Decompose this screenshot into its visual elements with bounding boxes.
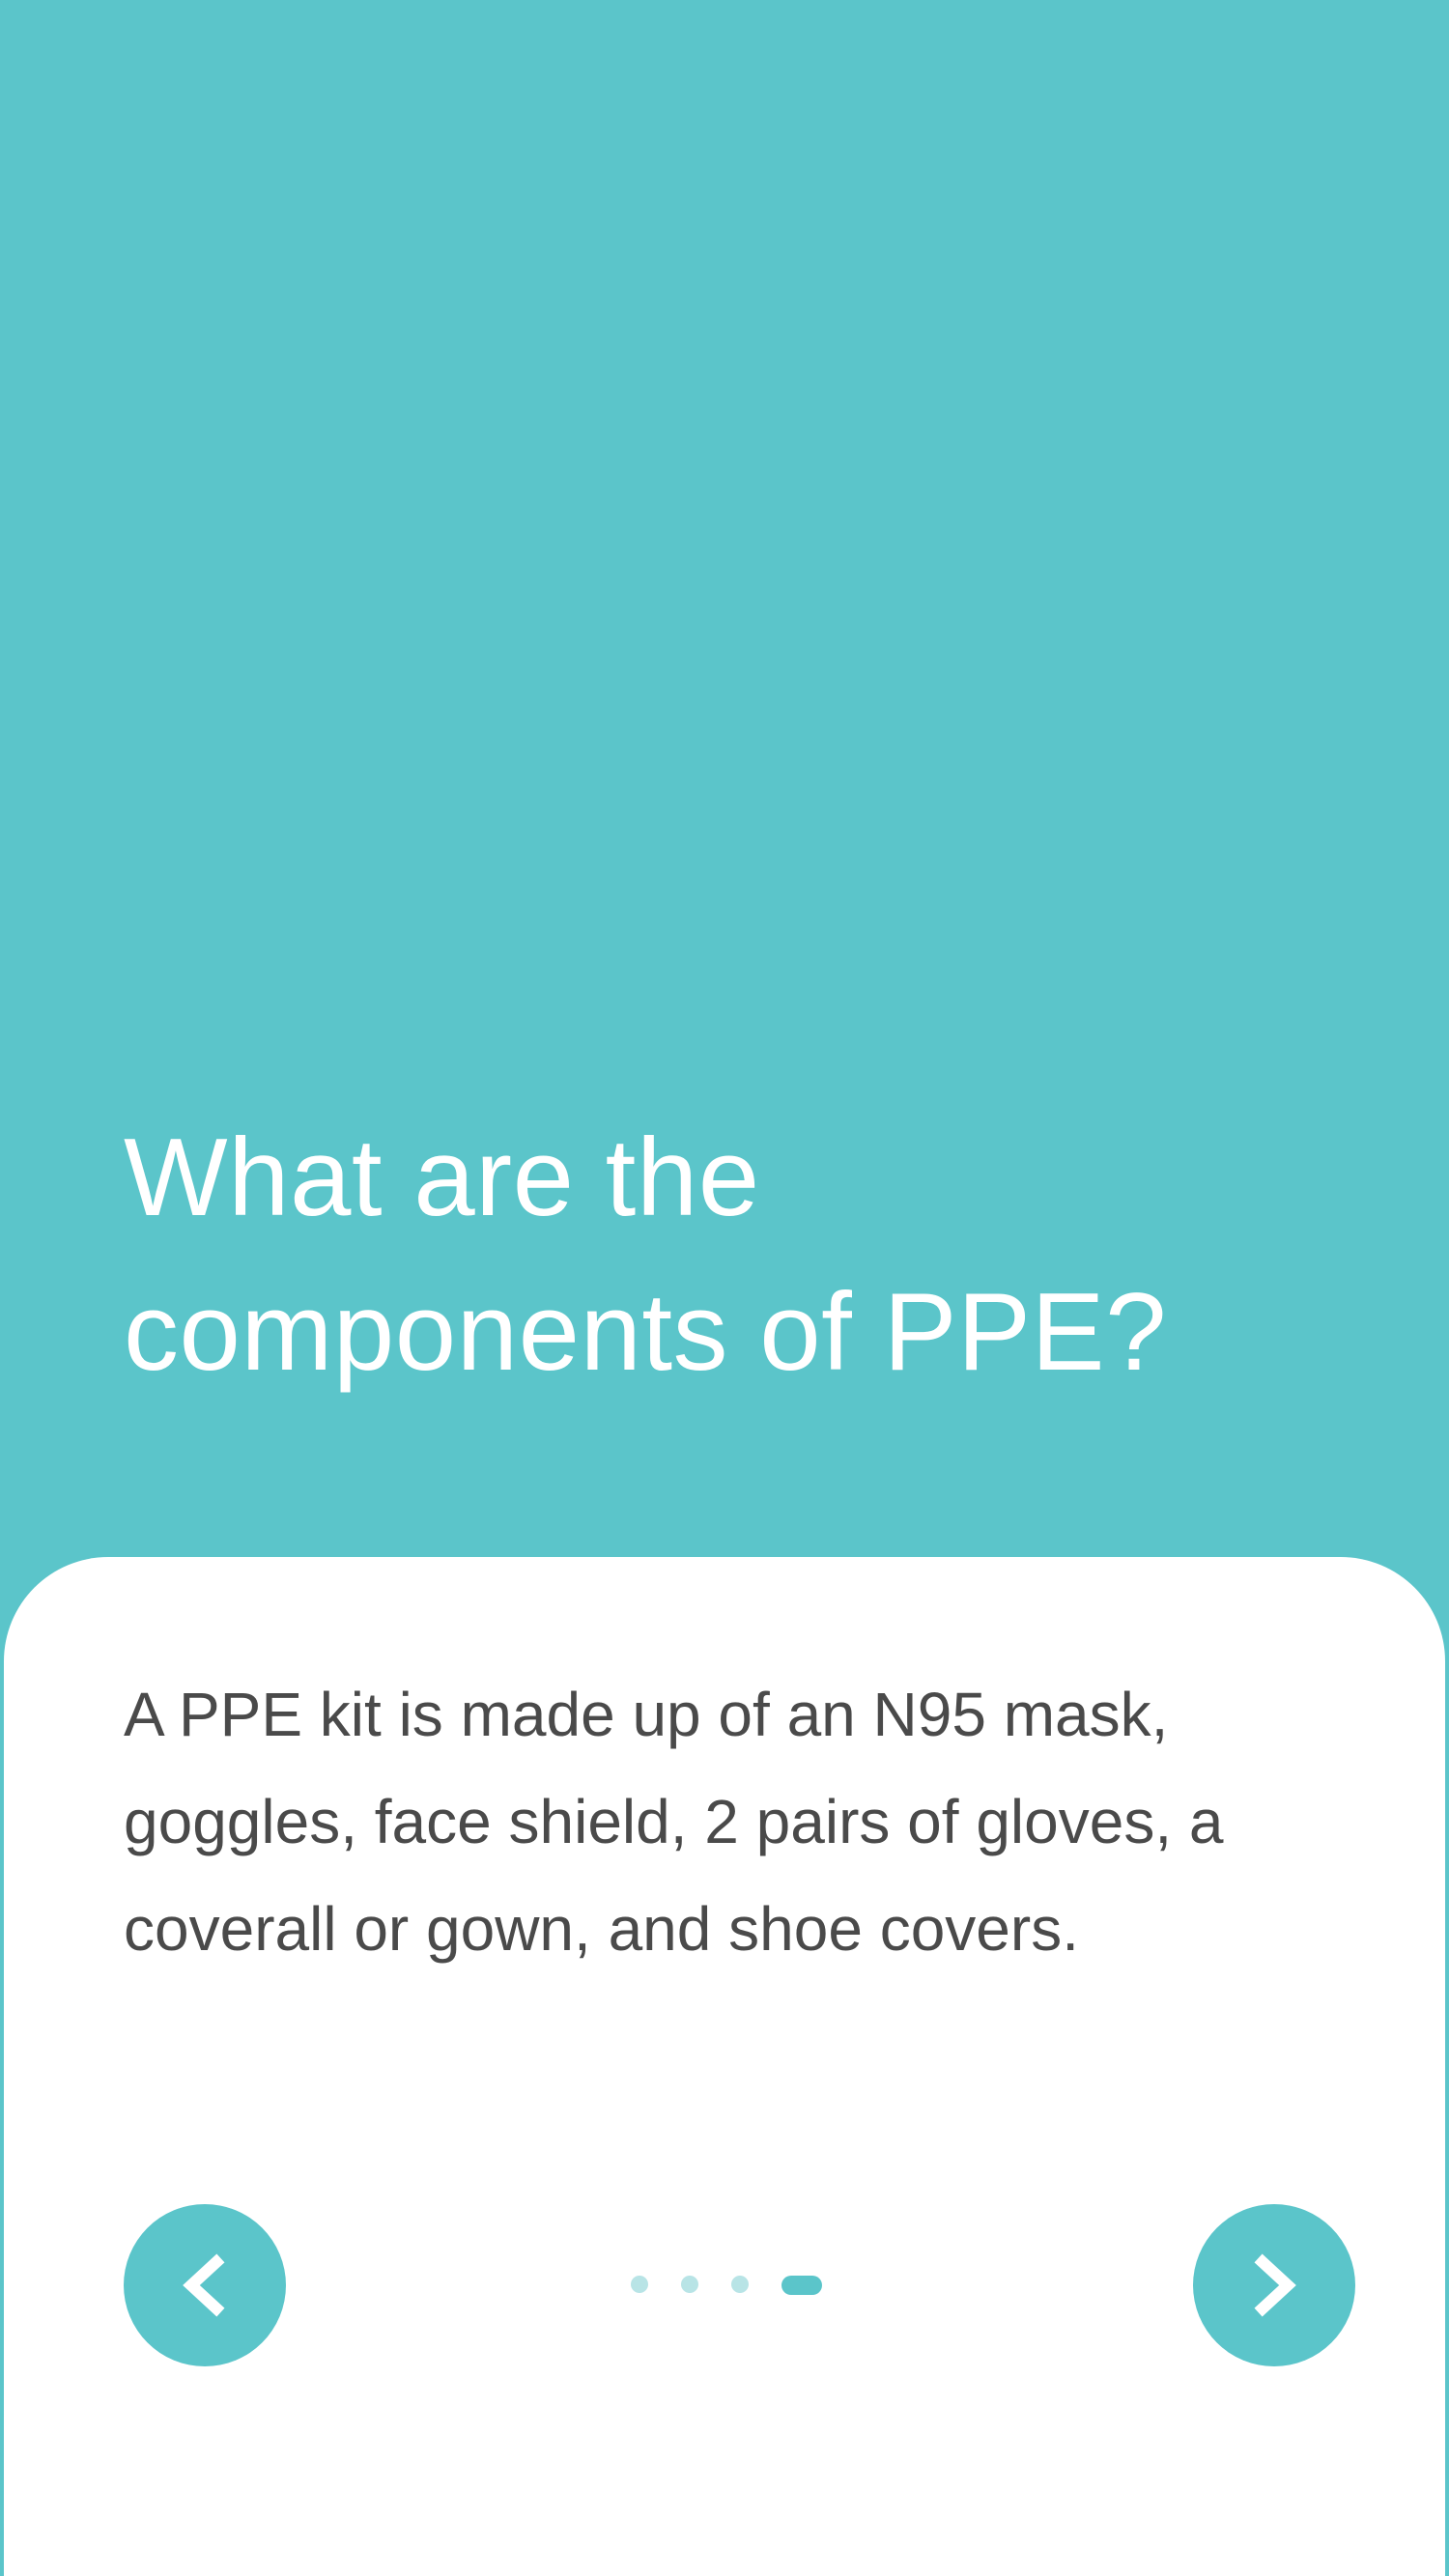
next-button[interactable] (1193, 2204, 1355, 2366)
description-text: A PPE kit is made up of an N95 mask, gog… (124, 1680, 1224, 1964)
onboarding-screen: What are the components of PPE? A PPE kit… (0, 0, 1449, 2576)
hero-banner: What are the components of PPE? (0, 0, 1449, 1642)
page-title: What are the components of PPE? (124, 1101, 1283, 1410)
page-title-line-1: What are the (124, 1117, 760, 1239)
chevron-right-icon (1254, 2253, 1296, 2317)
page-dot[interactable] (631, 2276, 648, 2293)
content-card: A PPE kit is made up of an N95 mask, gog… (4, 1557, 1445, 2576)
page-dot[interactable] (731, 2276, 749, 2293)
page-dot[interactable] (681, 2276, 698, 2293)
page-title-line-2: components of PPE? (124, 1271, 1167, 1394)
page-dot-active[interactable] (781, 2276, 822, 2295)
